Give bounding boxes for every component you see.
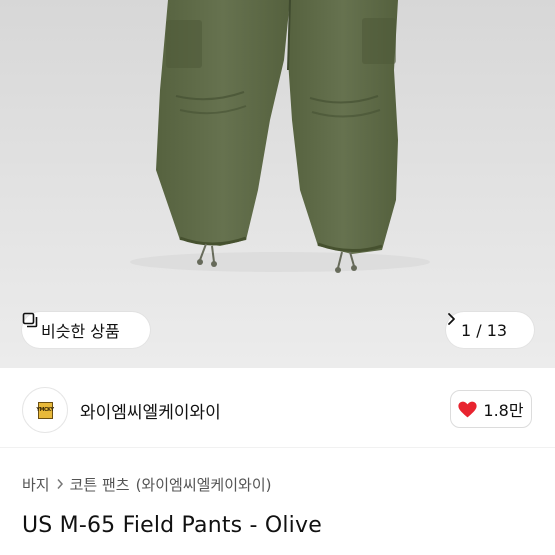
shop-logo: YMCKY bbox=[36, 401, 54, 419]
heart-icon bbox=[458, 401, 478, 418]
breadcrumb: 바지 코튼 팬츠 (와이엠씨엘케이와이) bbox=[22, 474, 271, 495]
product-image[interactable]: 비슷한 상품 1 / 13 bbox=[0, 0, 555, 368]
similar-products-label: 비슷한 상품 bbox=[41, 322, 120, 341]
product-title: US M-65 Field Pants - Olive bbox=[22, 513, 322, 538]
chevron-right-icon bbox=[56, 476, 64, 494]
image-counter-button[interactable]: 1 / 13 bbox=[446, 312, 534, 348]
like-count: 1.8만 bbox=[483, 401, 524, 420]
shop-avatar[interactable]: YMCKY bbox=[22, 387, 68, 433]
breadcrumb-item-subcategory[interactable]: 코튼 팬츠 bbox=[70, 474, 130, 495]
image-counter: 1 / 13 bbox=[461, 320, 508, 340]
breadcrumb-item-category[interactable]: 바지 bbox=[22, 474, 50, 495]
similar-products-button[interactable]: 비슷한 상품 bbox=[22, 312, 150, 348]
shop-name[interactable]: 와이엠씨엘케이와이 bbox=[80, 398, 221, 423]
breadcrumb-item-brand[interactable]: (와이엠씨엘케이와이) bbox=[136, 474, 272, 495]
like-button[interactable]: 1.8만 bbox=[450, 390, 532, 428]
